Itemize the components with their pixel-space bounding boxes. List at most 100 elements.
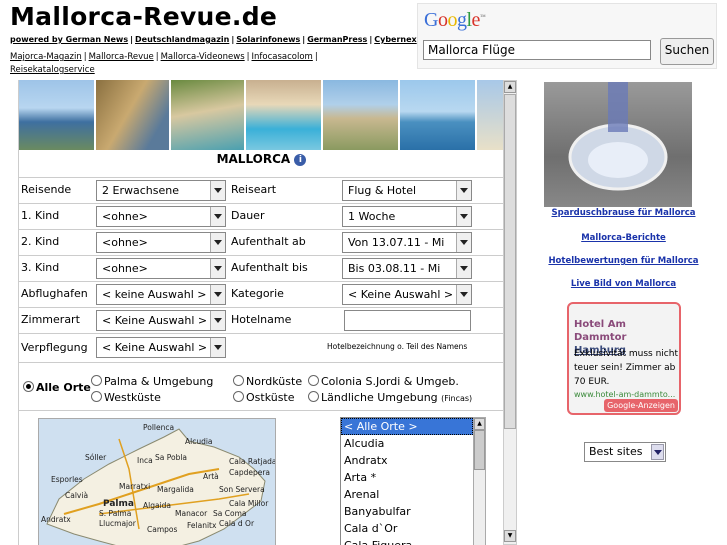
map-label[interactable]: Algaida (143, 501, 171, 510)
select-value: < keine Auswahl > (102, 288, 207, 301)
divider (19, 203, 504, 204)
sidebar-link-live-bild[interactable]: Live Bild von Mallorca (520, 279, 727, 289)
label-aufenthalt-ab: Aufenthalt ab (231, 235, 306, 248)
google-ad[interactable]: Hotel Am Dammtor Hamburg Exklusivität mus… (567, 302, 681, 415)
top-link-cybernex[interactable]: Cybernex (374, 35, 416, 44)
link-majorca-magazin[interactable]: Majorca-Magazin (10, 52, 82, 62)
map-label[interactable]: Calvià (65, 491, 88, 500)
list-item[interactable]: < Alle Orte > (341, 418, 473, 435)
select-kind-2[interactable]: <ohne> (96, 232, 226, 253)
scroll-up-icon[interactable]: ▲ (474, 418, 485, 430)
link-mallorca-videonews[interactable]: Mallorca-Videonews (161, 52, 245, 62)
map-label[interactable]: Sóller (85, 453, 106, 462)
form-heading: MALLORCA i (19, 152, 504, 166)
map-label[interactable]: Marratxi (119, 482, 150, 491)
label-reiseart: Reiseart (231, 183, 277, 196)
map-label[interactable]: Margalida (157, 485, 194, 494)
ad-badge[interactable]: Google-Anzeigen (604, 399, 678, 412)
top-link-solarinfonews[interactable]: Solarinfonews (236, 35, 300, 44)
map-label[interactable]: Campos (147, 525, 177, 534)
select-aufenthalt-ab[interactable]: Von 13.07.11 - Mi (342, 232, 472, 253)
ad-url[interactable]: www.hotel-am-dammto... (574, 390, 675, 399)
places-listbox[interactable]: < Alle Orte > Alcudia Andratx Arta * Are… (340, 417, 474, 545)
list-item[interactable]: Cala Figuera (341, 537, 473, 545)
top-link-deutschlandmagazin[interactable]: Deutschlandmagazin (135, 35, 229, 44)
select-reisende[interactable]: 2 Erwachsene (96, 180, 226, 201)
google-search-input[interactable]: Mallorca Flüge (423, 40, 651, 60)
radio-westkueste[interactable]: Westküste (91, 391, 161, 404)
powered-by-link[interactable]: powered by German News (10, 35, 128, 44)
frame-scrollbar[interactable]: ▲ ▼ (503, 80, 517, 545)
map-label[interactable]: S. Palma (99, 509, 131, 518)
select-abflughafen[interactable]: < keine Auswahl > (96, 284, 226, 305)
radio-button-icon (233, 391, 244, 402)
map-label[interactable]: Cala d Or (219, 519, 254, 528)
scroll-thumb[interactable] (504, 94, 516, 429)
google-search-button[interactable]: Suchen (660, 38, 714, 65)
select-reiseart[interactable]: Flug & Hotel (342, 180, 472, 201)
radio-laendlich[interactable]: Ländliche Umgebung (Fincas) (308, 391, 472, 404)
chevron-down-icon (456, 285, 471, 304)
hotelname-input[interactable] (344, 310, 471, 331)
map-label[interactable]: Capdepera (229, 468, 270, 477)
radio-alle-orte[interactable]: Alle Orte (23, 381, 91, 394)
info-icon[interactable]: i (294, 154, 307, 166)
select-value: <ohne> (102, 236, 148, 249)
list-item[interactable]: Banyabulfar (341, 503, 473, 520)
map-label[interactable]: Artà (203, 472, 219, 481)
chevron-down-icon (210, 181, 225, 200)
sidebar: Sparduschbrause für Mallorca Mallorca-Be… (520, 80, 727, 545)
select-kind-3[interactable]: <ohne> (96, 258, 226, 279)
scroll-thumb[interactable] (474, 430, 485, 470)
map-label[interactable]: Esporles (51, 475, 83, 484)
map-label[interactable]: Inca (137, 456, 153, 465)
list-item[interactable]: Cala d`Or (341, 520, 473, 537)
shower-head-photo[interactable] (544, 82, 692, 207)
listbox-scrollbar[interactable]: ▲ (473, 417, 486, 545)
radio-ostkueste[interactable]: Ostküste (233, 391, 295, 404)
divider (19, 307, 504, 308)
map-label[interactable]: Pollenca (143, 423, 174, 432)
select-kind-1[interactable]: <ohne> (96, 206, 226, 227)
select-value: <ohne> (102, 262, 148, 275)
best-sites-select[interactable]: Best sites (584, 442, 666, 462)
scroll-up-icon[interactable]: ▲ (504, 81, 516, 93)
radio-nordkueste[interactable]: Nordküste (233, 375, 302, 388)
link-mallorca-revue[interactable]: Mallorca-Revue (89, 52, 154, 62)
link-reisekatalogservice[interactable]: Reisekatalogservice (10, 65, 95, 75)
label-zimmerart: Zimmerart (21, 313, 80, 326)
scroll-down-icon[interactable]: ▼ (504, 530, 516, 542)
radio-colonia[interactable]: Colonia S.Jordi & Umgeb. (308, 375, 459, 388)
map-label[interactable]: Andratx (41, 515, 71, 524)
map-label[interactable]: Palma (103, 499, 134, 509)
list-item[interactable]: Andratx (341, 452, 473, 469)
radio-palma[interactable]: Palma & Umgebung (91, 375, 213, 388)
map-label[interactable]: Llucmajor (99, 519, 136, 528)
select-kategorie[interactable]: < Keine Auswahl > (342, 284, 472, 305)
sidebar-link-sparduschbrause[interactable]: Sparduschbrause für Mallorca (520, 208, 727, 218)
map-label[interactable]: Cala Millor (229, 499, 268, 508)
chevron-down-icon (210, 207, 225, 226)
map-label[interactable]: Felanitx (187, 521, 216, 530)
map-label[interactable]: Son Servera (219, 485, 265, 494)
sidebar-link-hotelbewertungen[interactable]: Hotelbewertungen für Mallorca (520, 256, 727, 266)
sidebar-link-mallorca-berichte[interactable]: Mallorca-Berichte (520, 233, 727, 243)
top-link-germanpress[interactable]: GermanPress (307, 35, 367, 44)
select-dauer[interactable]: 1 Woche (342, 206, 472, 227)
list-item[interactable]: Arta * (341, 469, 473, 486)
link-infocasacolom[interactable]: Infocasacolom (252, 52, 313, 62)
select-verpflegung[interactable]: < Keine Auswahl > (96, 337, 226, 358)
radio-button-icon (233, 375, 244, 386)
list-item[interactable]: Arenal (341, 486, 473, 503)
list-item[interactable]: Alcudia (341, 435, 473, 452)
select-aufenthalt-bis[interactable]: Bis 03.08.11 - Mi (342, 258, 472, 279)
ad-text: Exklusivität muss nicht teuer sein! Zimm… (574, 349, 678, 387)
select-zimmerart[interactable]: < Keine Auswahl > (96, 310, 226, 331)
map-label[interactable]: Alcudia (185, 437, 213, 446)
label-verpflegung: Verpflegung (21, 341, 88, 354)
map-label[interactable]: Sa Pobla (155, 453, 187, 462)
mallorca-map[interactable]: Pollenca Alcudia Inca Sóller Sa Pobla Ca… (38, 418, 276, 545)
map-label[interactable]: Manacor (175, 509, 207, 518)
map-label[interactable]: Cala Ratjada (229, 457, 275, 466)
map-label[interactable]: Sa Coma (213, 509, 246, 518)
